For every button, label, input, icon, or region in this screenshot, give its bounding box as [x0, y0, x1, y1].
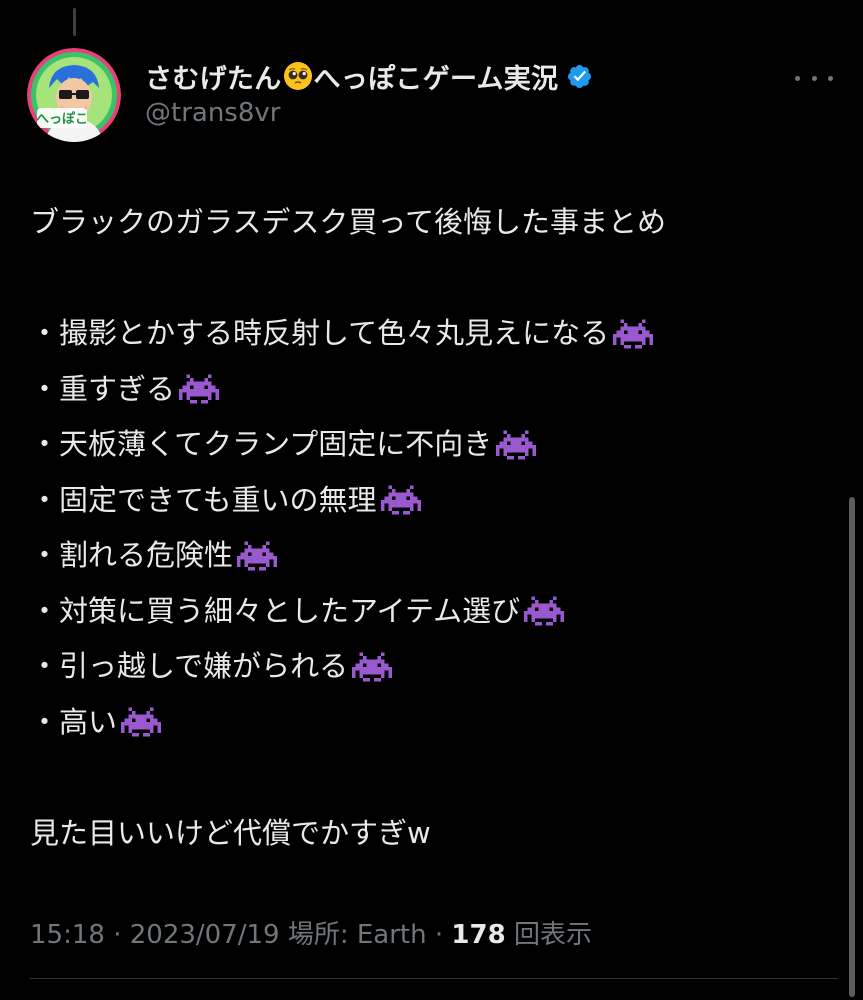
- meta-separator-1: ·: [104, 920, 130, 950]
- meta-separator-2: ·: [426, 920, 452, 950]
- tweet-meta: 15:18 · 2023/07/19 場所: Earth · 178 回表示: [30, 914, 592, 951]
- alien-monster-emoji: [609, 319, 654, 349]
- thread-connector-line: [73, 8, 76, 36]
- verified-badge-icon: [568, 64, 592, 88]
- avatar-image: へっぽこ: [27, 48, 121, 142]
- tweet-date[interactable]: 2023/07/19: [130, 920, 280, 950]
- avatar[interactable]: へっぽこ: [27, 48, 121, 142]
- tweet-line-text: 見た目いいけど代償でかすぎw: [30, 815, 431, 850]
- tweet-line-text: ・天板薄くてクランプ固定に不向き: [30, 427, 493, 461]
- alien-monster-emoji: [377, 485, 421, 515]
- tweet-line: ・天板薄くてクランプ固定に不向き: [30, 417, 820, 473]
- tweet-line: 見た目いいけど代償でかすぎw: [30, 806, 820, 862]
- scrollbar[interactable]: [849, 497, 855, 997]
- tweet-line: ・重すぎる: [30, 362, 820, 418]
- tweet-line: ・固定できても重いの無理: [30, 473, 820, 529]
- pleading-face-emoji: [283, 62, 312, 90]
- tweet-line-text: ・割れる危険性: [30, 538, 234, 572]
- tweet-line: ブラックのガラスデスク買って後悔した事まとめ: [30, 195, 820, 251]
- alien-monster-emoji: [117, 707, 162, 737]
- tweet-line: ・高い: [30, 695, 820, 751]
- tweet-line-text: ・撮影とかする時反射して色々丸見えになる: [30, 316, 610, 350]
- more-options-icon[interactable]: [795, 70, 833, 86]
- alien-monster-emoji: [520, 596, 565, 626]
- tweet-line-text: ブラックのガラスデスク買って後悔した事まとめ: [30, 205, 666, 239]
- alien-monster-emoji: [348, 652, 393, 682]
- tweet-line-text: ・高い: [30, 704, 118, 739]
- tweet-line: ・引っ越しで嫌がられる: [30, 639, 820, 695]
- divider: [30, 978, 838, 979]
- author-name-row[interactable]: さむげたん へっぽこゲーム実況: [145, 54, 593, 98]
- tweet-line: ・対策に買う細々としたアイテム選び: [30, 584, 820, 640]
- display-name-part-1: さむげたん: [145, 63, 282, 95]
- tweet-location: 場所: Earth: [287, 920, 427, 950]
- author-handle[interactable]: @trans8vr: [145, 98, 280, 128]
- tweet-line: ・割れる危険性: [30, 528, 820, 584]
- tweet-line-text: ・引っ越しで嫌がられる: [30, 649, 349, 683]
- alien-monster-emoji: [492, 430, 537, 460]
- tweet-line-text: ・重すぎる: [30, 371, 176, 406]
- alien-monster-emoji: [233, 541, 278, 571]
- tweet-line-text: ・対策に買う細々としたアイテム選び: [30, 593, 521, 628]
- alien-monster-emoji: [175, 374, 220, 404]
- avatar-label: へっぽこ: [36, 111, 88, 127]
- tweet-text: ブラックのガラスデスク買って後悔した事まとめ ・撮影とかする時反射して色々丸見えに…: [30, 195, 820, 861]
- tweet-time[interactable]: 15:18: [30, 920, 105, 950]
- display-name-part-2: へっぽこゲーム実況: [313, 63, 559, 95]
- tweet-line-text: ・固定できても重いの無理: [30, 482, 377, 517]
- tweet-line: ・撮影とかする時反射して色々丸見えになる: [30, 306, 820, 362]
- views-count[interactable]: 178: [451, 920, 505, 950]
- views-label: 回表示: [513, 920, 592, 950]
